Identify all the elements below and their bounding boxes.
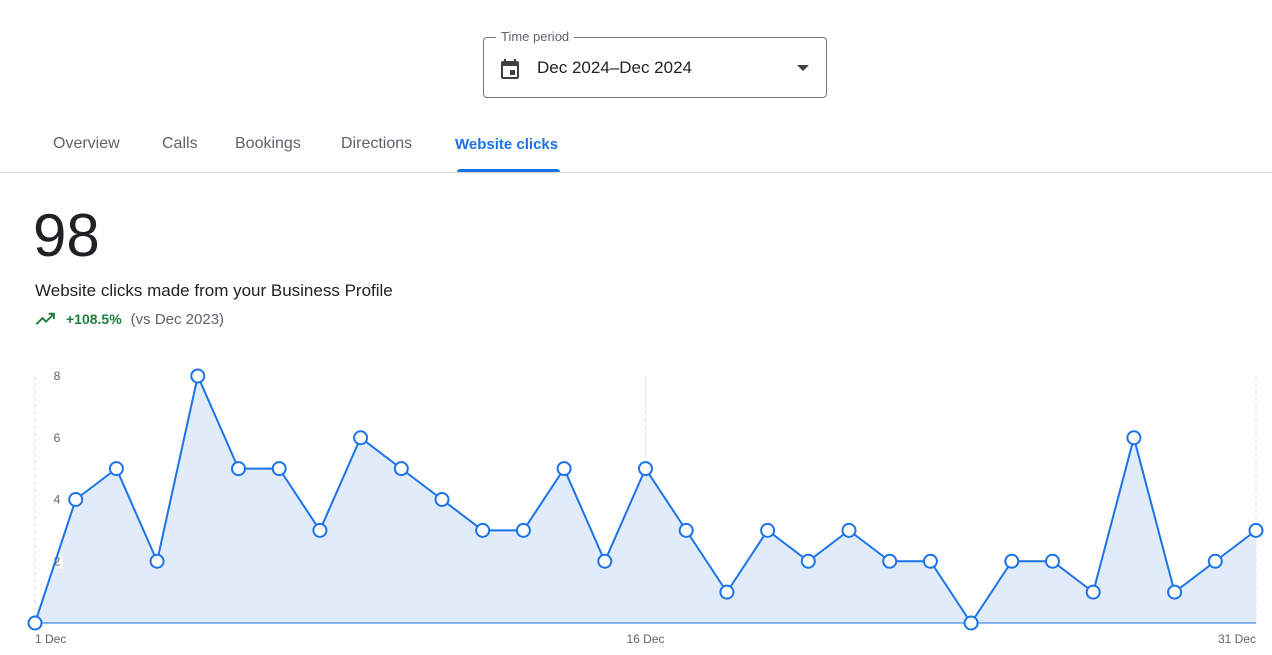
website-clicks-chart: 24681 Dec 16 Dec 31 Dec bbox=[27, 366, 1264, 646]
data-point bbox=[393, 461, 409, 477]
calendar-icon bbox=[501, 59, 519, 79]
data-point bbox=[719, 584, 735, 600]
data-point bbox=[1207, 553, 1223, 569]
data-point bbox=[515, 522, 531, 538]
data-point bbox=[882, 553, 898, 569]
trend-change-value: +108.5% bbox=[66, 311, 122, 327]
data-point bbox=[841, 522, 857, 538]
trend-comparison: (vs Dec 2023) bbox=[130, 310, 225, 328]
trend-summary: +108.5% (vs Dec 2023) bbox=[35, 309, 224, 329]
data-point bbox=[353, 430, 369, 446]
y-tick-label: 6 bbox=[54, 431, 61, 445]
metric-total: 98 bbox=[33, 202, 100, 269]
data-point bbox=[556, 461, 572, 477]
data-point bbox=[68, 492, 84, 507]
data-point bbox=[231, 461, 246, 477]
data-point bbox=[1085, 584, 1101, 600]
data-point bbox=[271, 461, 287, 477]
data-point bbox=[1167, 584, 1183, 600]
data-point bbox=[1004, 553, 1020, 569]
metric-description: Website clicks made from your Business P… bbox=[35, 281, 393, 300]
data-point bbox=[1248, 522, 1264, 538]
y-tick-label: 8 bbox=[54, 369, 61, 383]
data-point bbox=[149, 553, 165, 569]
tab-bookings[interactable]: Bookings bbox=[235, 134, 301, 154]
data-point bbox=[963, 615, 979, 631]
tab-website-clicks[interactable]: Website clicks bbox=[455, 135, 558, 155]
x-tick-label: 1 Dec bbox=[35, 632, 66, 646]
x-tick-label: 16 Dec bbox=[626, 632, 664, 646]
tab-overview[interactable]: Overview bbox=[53, 134, 120, 154]
x-tick-label: 31 Dec bbox=[1218, 632, 1256, 646]
tab-calls[interactable]: Calls bbox=[162, 134, 198, 154]
dropdown-arrow-icon[interactable] bbox=[797, 65, 809, 71]
data-point bbox=[190, 368, 206, 384]
tab-directions[interactable]: Directions bbox=[341, 134, 412, 154]
data-point bbox=[638, 461, 653, 477]
data-point bbox=[434, 492, 450, 507]
data-point bbox=[922, 553, 938, 569]
time-period-label: Time period bbox=[496, 29, 575, 45]
data-point bbox=[800, 553, 816, 569]
data-point bbox=[475, 522, 491, 538]
active-tab-indicator bbox=[457, 169, 560, 172]
data-point bbox=[678, 522, 694, 538]
time-period-select[interactable]: Time period Dec 2024–Dec 2024 bbox=[483, 29, 827, 98]
data-point bbox=[108, 461, 124, 477]
data-point bbox=[27, 615, 43, 631]
trending-up-icon bbox=[35, 312, 55, 325]
y-tick-label: 4 bbox=[54, 493, 61, 507]
data-point bbox=[1045, 553, 1060, 569]
data-point bbox=[760, 522, 776, 538]
data-point bbox=[1126, 430, 1142, 446]
metric-tabs: Overview Calls Bookings Directions Websi… bbox=[0, 118, 1272, 173]
time-period-value: Dec 2024–Dec 2024 bbox=[537, 58, 693, 77]
data-point bbox=[597, 553, 613, 569]
data-point bbox=[312, 522, 328, 538]
